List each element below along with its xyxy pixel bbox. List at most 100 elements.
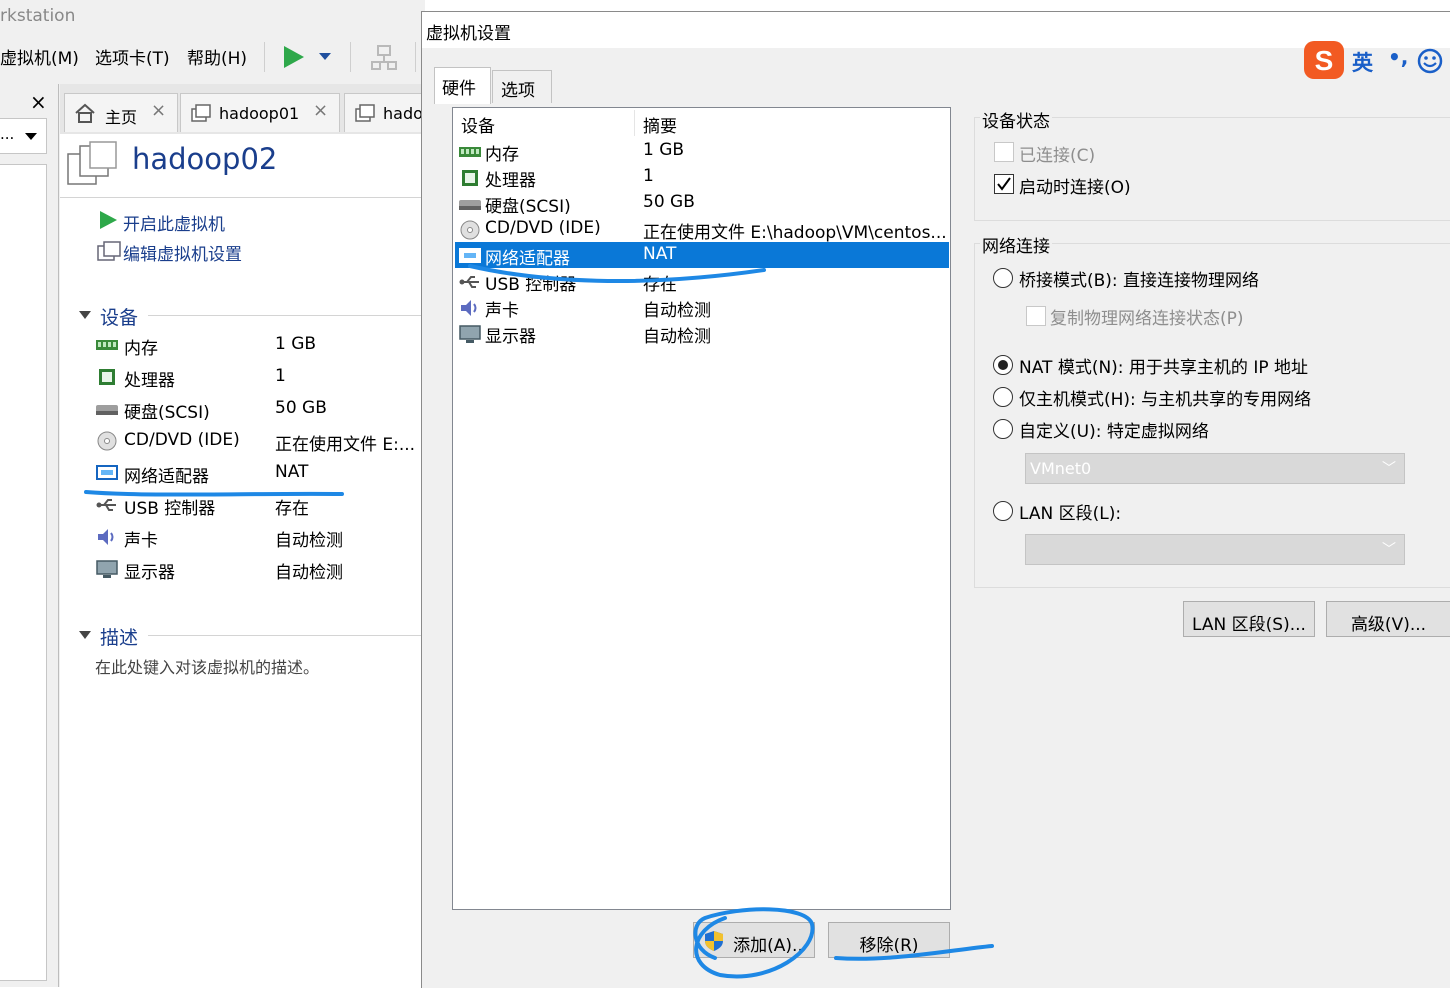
- device-name: 显示器: [124, 563, 175, 583]
- lan-segment-label: LAN 区段(L):: [1019, 504, 1122, 524]
- dialog-titlebar: 虚拟机设置: [422, 12, 1450, 48]
- hardware-summary: NAT: [643, 244, 677, 264]
- host-only-label: 仅主机模式(H): 与主机共享的专用网络: [1019, 390, 1312, 410]
- device-name: USB 控制器: [124, 499, 216, 519]
- chevron-down-icon[interactable]: [318, 52, 332, 62]
- collapse-icon[interactable]: [78, 310, 92, 320]
- cpu-icon: [458, 168, 482, 187]
- custom-radio[interactable]: [993, 419, 1013, 439]
- memory-icon: [458, 142, 482, 161]
- usb-icon: [458, 272, 482, 291]
- hardware-row[interactable]: 内存 1 GB: [455, 138, 949, 165]
- menu-help[interactable]: 帮助(H): [187, 44, 247, 69]
- custom-network-select[interactable]: VMnet0 ﹀: [1025, 453, 1405, 484]
- close-icon[interactable]: ×: [313, 100, 328, 121]
- column-header-summary[interactable]: 摘要: [643, 112, 677, 137]
- hardware-row[interactable]: 硬盘(SCSI) 50 GB: [455, 190, 949, 217]
- hardware-summary: 50 GB: [643, 192, 695, 212]
- description-section-title: 描述: [100, 627, 139, 649]
- usb-icon: [95, 495, 119, 515]
- tab-hadoop02[interactable]: hado: [344, 93, 425, 132]
- ime-toolbar[interactable]: S 英 •,: [1302, 39, 1450, 83]
- divider: [148, 635, 425, 636]
- menu-vm[interactable]: 虚拟机(M): [0, 44, 79, 69]
- hardware-summary: 1: [643, 166, 654, 186]
- divider: [148, 315, 425, 316]
- tab-hadoop01[interactable]: hadoop01 ×: [180, 93, 340, 132]
- lan-segment-radio[interactable]: [993, 501, 1013, 521]
- ime-mode-label[interactable]: 英: [1352, 47, 1373, 77]
- host-only-radio[interactable]: [993, 387, 1013, 407]
- snapshot-icon[interactable]: [370, 44, 398, 72]
- device-value: NAT: [275, 462, 309, 482]
- toolbar-separator: [264, 42, 265, 72]
- ime-punct-label[interactable]: •,: [1388, 45, 1408, 69]
- document-tabs: 主页 × hadoop01 × hado: [60, 84, 425, 135]
- library-close-icon[interactable]: ×: [30, 90, 47, 114]
- power-on-link[interactable]: 开启此虚拟机: [123, 210, 225, 235]
- hardware-row[interactable]: USB 控制器 存在: [455, 268, 949, 295]
- lan-segment-select[interactable]: ﹀: [1025, 534, 1405, 565]
- device-name: 处理器: [124, 371, 175, 391]
- hardware-name: 显示器: [485, 327, 536, 347]
- bridged-radio[interactable]: [993, 268, 1013, 288]
- hardware-summary: 自动检测: [643, 301, 711, 321]
- vm-title: hadoop02: [132, 142, 278, 176]
- sound-icon: [95, 527, 119, 547]
- disk-icon: [95, 399, 119, 419]
- sound-icon: [458, 298, 482, 317]
- cd-icon: [95, 431, 119, 451]
- hardware-row[interactable]: CD/DVD (IDE) 正在使用文件 E:\hadoop\VM\centos..…: [455, 216, 949, 243]
- library-tree[interactable]: [0, 164, 47, 981]
- hardware-name: 处理器: [485, 171, 536, 191]
- hardware-row[interactable]: 网络适配器 NAT: [455, 242, 949, 269]
- memory-icon: [95, 335, 119, 355]
- device-name: CD/DVD (IDE): [124, 430, 240, 450]
- hardware-name: 声卡: [485, 301, 519, 321]
- connect-at-power-on-label: 启动时连接(O): [1019, 178, 1131, 198]
- lan-segments-button[interactable]: LAN 区段(S)...: [1183, 601, 1315, 637]
- vm-icon: [355, 104, 375, 122]
- tab-options[interactable]: 选项: [492, 70, 552, 103]
- hardware-summary: 存在: [643, 275, 677, 295]
- vm-summary-pane: hadoop02 开启此虚拟机 编辑虚拟机设置 设备 内存 1 GB 处理器 1 硬盘(…: [60, 134, 425, 987]
- device-name: 硬盘(SCSI): [124, 403, 210, 423]
- smiley-icon[interactable]: [1416, 47, 1444, 75]
- settings-icon: [97, 241, 121, 261]
- collapse-icon[interactable]: [78, 630, 92, 640]
- add-button[interactable]: 添加(A)..: [693, 922, 815, 958]
- hardware-name: 内存: [485, 145, 519, 165]
- replicate-state-checkbox[interactable]: [1026, 306, 1046, 326]
- devices-section-title: 设备: [100, 307, 139, 329]
- hardware-row[interactable]: 处理器 1: [455, 164, 949, 191]
- column-header-device[interactable]: 设备: [461, 112, 495, 137]
- nat-radio[interactable]: [993, 355, 1013, 375]
- device-value: 正在使用文件 E:...: [275, 435, 416, 455]
- library-search-dropdown[interactable]: ...: [0, 118, 47, 154]
- tab-hardware[interactable]: 硬件: [434, 67, 491, 104]
- connect-at-power-on-checkbox[interactable]: [994, 174, 1014, 194]
- chevron-down-icon: ﹀: [1382, 461, 1396, 477]
- connected-checkbox[interactable]: [994, 142, 1014, 162]
- column-divider: [634, 110, 635, 136]
- nat-label: NAT 模式(N): 用于共享主机的 IP 地址: [1019, 358, 1308, 378]
- advanced-button[interactable]: 高级(V)...: [1326, 601, 1450, 637]
- hardware-row[interactable]: 声卡 自动检测: [455, 294, 949, 321]
- hardware-summary: 自动检测: [643, 327, 711, 347]
- close-icon[interactable]: ×: [151, 100, 166, 121]
- menu-tabs[interactable]: 选项卡(T): [95, 44, 170, 69]
- vm-settings-dialog: 虚拟机设置 硬件 选项 设备 摘要 内存 1 GB 处理器 1 硬盘(SCSI) 50 G…: [421, 11, 1450, 988]
- network-icon: [95, 463, 119, 483]
- remove-button[interactable]: 移除(R): [828, 922, 950, 958]
- tab-home[interactable]: 主页 ×: [64, 93, 178, 132]
- hardware-list: 设备 摘要 内存 1 GB 处理器 1 硬盘(SCSI) 50 GB CD/DVD (IDE…: [452, 107, 951, 910]
- play-icon[interactable]: [282, 44, 306, 70]
- hardware-row[interactable]: 显示器 自动检测: [455, 320, 949, 347]
- divider: [60, 197, 425, 198]
- hardware-name: 网络适配器: [485, 249, 570, 269]
- workstation-window: rkstation 虚拟机(M) 选项卡(T) 帮助(H) × ... 主页 ×…: [0, 0, 425, 987]
- device-name: 内存: [124, 339, 158, 359]
- description-text[interactable]: 在此处键入对该虚拟机的描述。: [95, 654, 319, 678]
- hardware-name: CD/DVD (IDE): [485, 218, 601, 238]
- edit-settings-link[interactable]: 编辑虚拟机设置: [123, 240, 242, 265]
